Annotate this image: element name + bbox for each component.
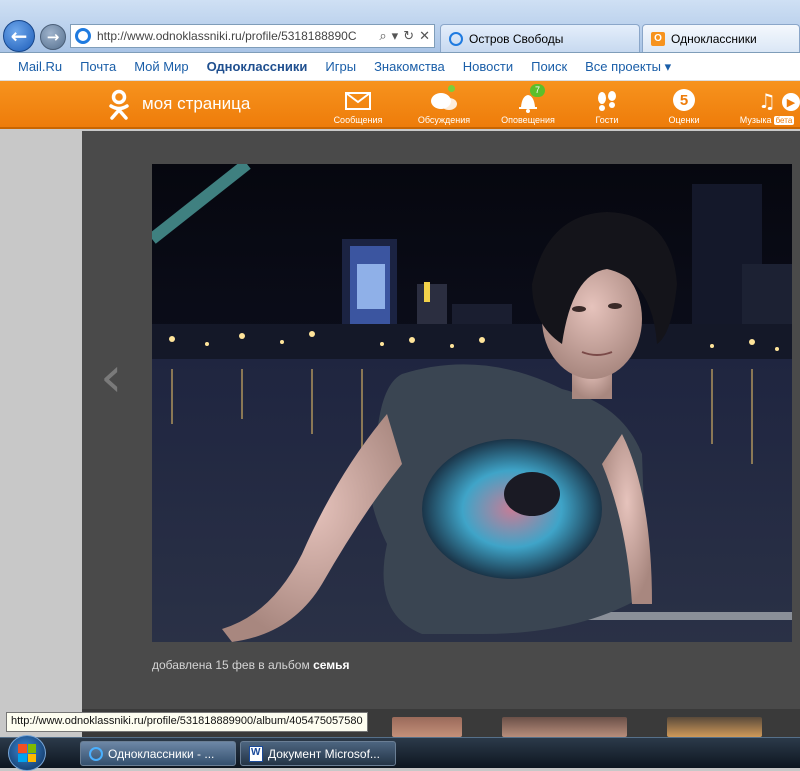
- page-background: [0, 131, 82, 709]
- arrow-right-icon: →: [46, 28, 60, 46]
- nav-pochta[interactable]: Почта: [80, 59, 116, 74]
- chat-icon: [431, 93, 457, 110]
- rating-icon: 5: [673, 89, 695, 111]
- nav-novosti[interactable]: Новости: [463, 59, 513, 74]
- menu-notifications[interactable]: 7 Оповещения: [498, 81, 558, 129]
- photo[interactable]: [152, 164, 792, 642]
- menu-discussions[interactable]: Обсуждения: [414, 81, 474, 129]
- nav-poisk[interactable]: Поиск: [531, 59, 567, 74]
- mailru-nav: Mail.Ru Почта Мой Мир Одноклассники Игры…: [0, 53, 800, 81]
- windows-logo-icon: [18, 744, 36, 762]
- ie-icon: [449, 31, 463, 46]
- back-button[interactable]: ←: [3, 20, 35, 52]
- taskbar-label: Одноклассники - ...: [108, 746, 215, 761]
- caption-text: добавлена 15 фев в альбом: [152, 658, 310, 672]
- ie-icon: [75, 28, 91, 44]
- menu-label: Оценки: [668, 115, 700, 125]
- beta-tag: бета: [773, 116, 795, 125]
- menu-label: Гости: [595, 115, 619, 125]
- nav-mailru[interactable]: Mail.Ru: [18, 59, 62, 74]
- menu-ratings[interactable]: 5 Оценки: [654, 81, 714, 129]
- status-url-tooltip: http://www.odnoklassniki.ru/profile/5318…: [6, 712, 368, 732]
- tab-odnoklassniki[interactable]: О Одноклассники: [642, 24, 800, 52]
- menu-messages[interactable]: Сообщения: [328, 81, 388, 129]
- taskbar: Одноклассники - ... Документ Microsof...: [0, 735, 800, 771]
- taskbar-item-browser[interactable]: Одноклассники - ...: [80, 741, 236, 766]
- ie-icon: [89, 746, 103, 761]
- footprints-icon: [598, 91, 616, 111]
- word-doc-icon: [249, 745, 263, 762]
- refresh-icon[interactable]: ↻: [403, 29, 414, 44]
- tab-label: Одноклассники: [671, 31, 757, 46]
- tab-ostrov-svobody[interactable]: Остров Свободы: [440, 24, 640, 52]
- start-button[interactable]: [8, 735, 46, 771]
- thumbnail[interactable]: [502, 717, 627, 737]
- menu-label: Обсуждения: [417, 115, 471, 125]
- notification-badge: 7: [530, 84, 546, 97]
- scroll-right-icon[interactable]: ▶: [782, 93, 800, 111]
- dropdown-icon[interactable]: ▾: [392, 29, 399, 44]
- address-tools: ⌕ ▾ ↻ ✕: [379, 29, 434, 44]
- nav-znakomstva[interactable]: Знакомства: [374, 59, 445, 74]
- arrow-left-icon: ←: [10, 24, 28, 48]
- thumbnail[interactable]: [392, 717, 462, 737]
- new-indicator: [448, 85, 455, 92]
- prev-photo-icon[interactable]: ‹: [100, 350, 122, 406]
- nav-vse-proekty[interactable]: Все проекты ▾: [585, 59, 671, 75]
- taskbar-label: Документ Microsof...: [268, 746, 380, 761]
- photo-image: [152, 164, 792, 642]
- ok-header: моя страница Сообщения Обсуждения 7 Опов…: [0, 81, 800, 129]
- address-bar[interactable]: http://www.odnoklassniki.ru/profile/5318…: [70, 24, 435, 48]
- ok-icon: О: [651, 31, 665, 46]
- nav-igry[interactable]: Игры: [325, 59, 356, 74]
- album-link[interactable]: семья: [313, 658, 349, 672]
- stop-icon[interactable]: ✕: [419, 29, 430, 44]
- photo-caption: добавлена 15 фев в альбом семья: [152, 658, 350, 672]
- search-icon[interactable]: ⌕: [379, 29, 386, 44]
- tab-label: Остров Свободы: [469, 31, 564, 46]
- forward-button[interactable]: →: [40, 24, 66, 50]
- browser-toolbar: ← → http://www.odnoklassniki.ru/profile/…: [0, 0, 800, 53]
- address-text[interactable]: http://www.odnoklassniki.ru/profile/5318…: [97, 29, 373, 43]
- nav-odnoklassniki[interactable]: Одноклассники: [207, 59, 308, 74]
- menu-label: Музыка бета: [739, 115, 795, 125]
- page-title[interactable]: моя страница: [142, 94, 250, 114]
- thumbnail[interactable]: [667, 717, 762, 737]
- menu-guests[interactable]: Гости: [577, 81, 637, 129]
- music-icon: ♫: [758, 89, 776, 113]
- menu-label: Сообщения: [333, 115, 383, 125]
- nav-moi-mir[interactable]: Мой Мир: [134, 59, 188, 74]
- taskbar-item-word[interactable]: Документ Microsof...: [240, 741, 396, 766]
- ok-logo-icon[interactable]: [108, 89, 130, 121]
- menu-label: Оповещения: [501, 115, 555, 125]
- envelope-icon: [345, 92, 371, 110]
